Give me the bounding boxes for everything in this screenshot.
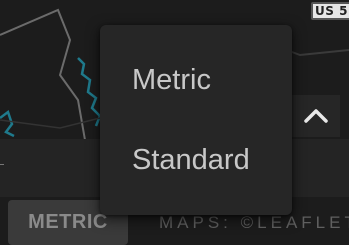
units-dropdown-menu: Metric Standard bbox=[100, 25, 292, 215]
route-shield: US 5 bbox=[311, 2, 349, 20]
scale-tick bbox=[0, 164, 4, 165]
expand-button[interactable] bbox=[292, 95, 340, 137]
menu-item-metric[interactable]: Metric bbox=[100, 50, 292, 110]
map-attribution: MAPS: ©LEAFLET bbox=[159, 213, 349, 232]
menu-item-standard[interactable]: Standard bbox=[100, 130, 292, 190]
chevron-up-icon bbox=[304, 109, 328, 123]
